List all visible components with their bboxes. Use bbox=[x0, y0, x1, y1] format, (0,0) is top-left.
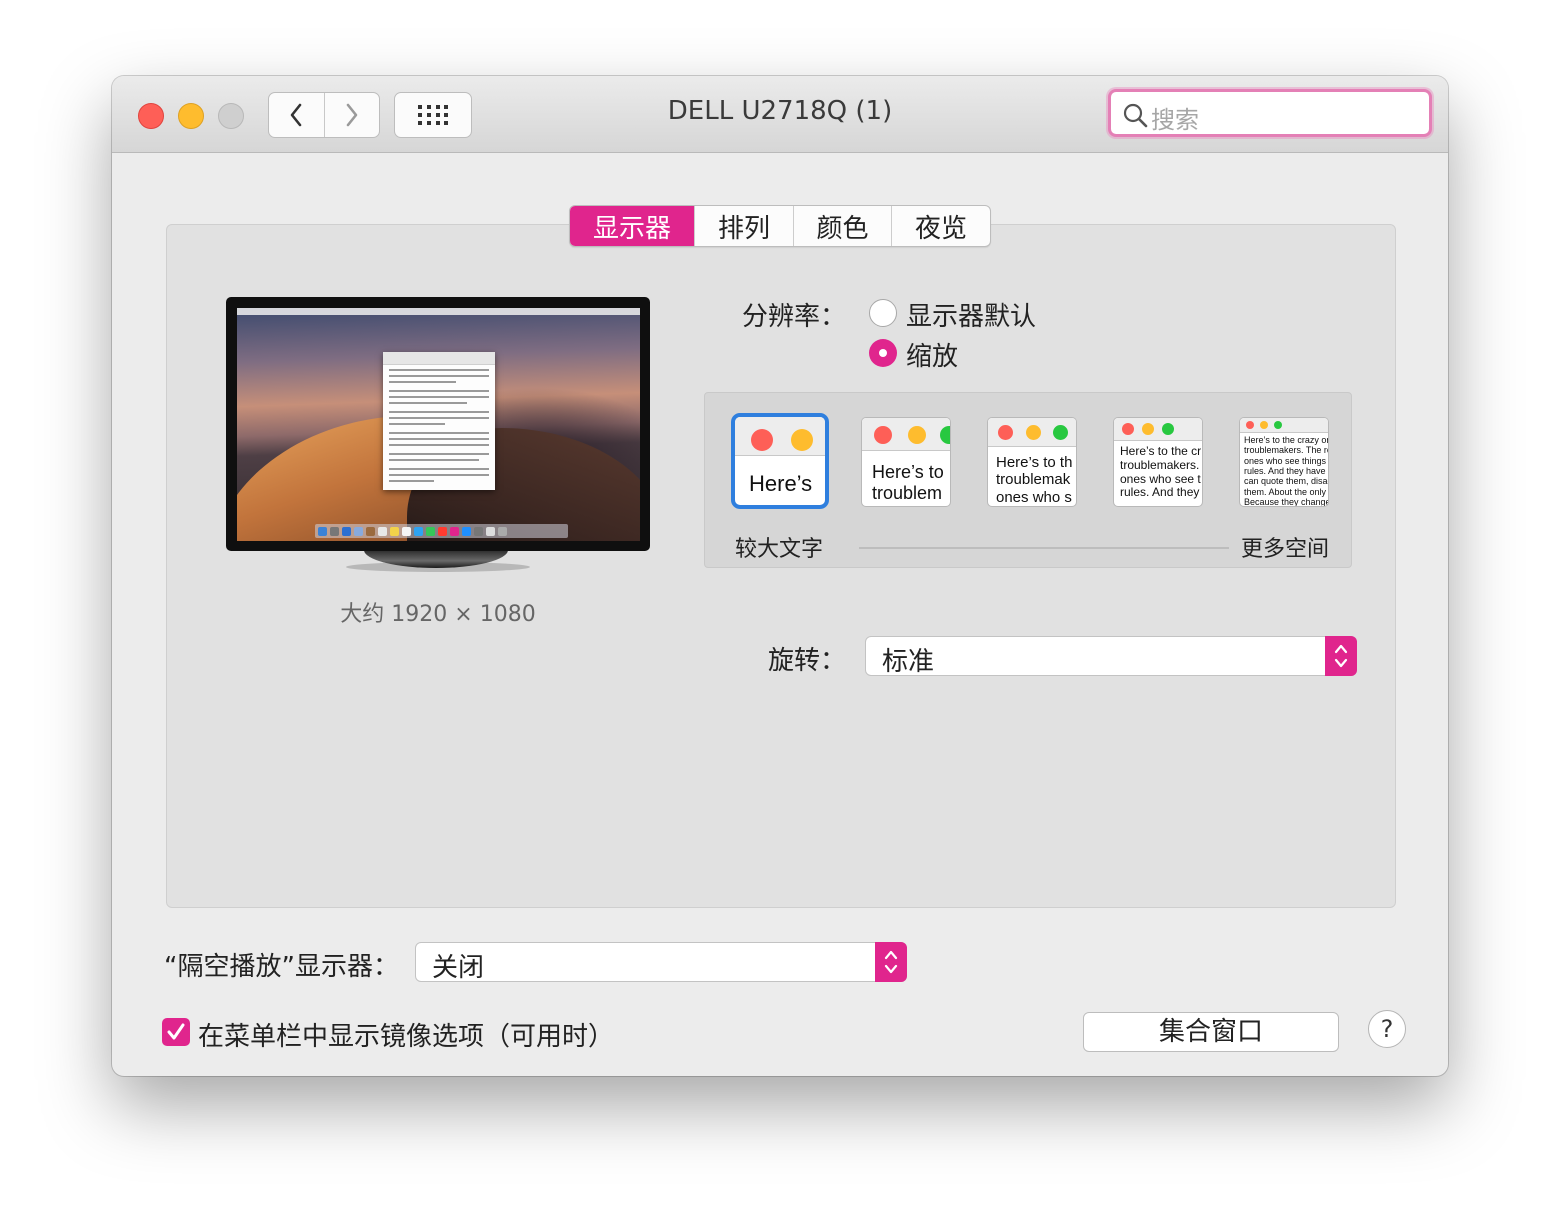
more-space-label: 更多空间 bbox=[1240, 537, 1329, 562]
airplay-popup[interactable]: 关闭 bbox=[415, 942, 907, 983]
scale-option-2[interactable]: Here’s to troublem bbox=[861, 417, 951, 507]
tab-arrangement[interactable]: 排列 bbox=[694, 206, 793, 246]
mini-document-window bbox=[383, 352, 495, 490]
tab-color[interactable]: 颜色 bbox=[793, 206, 891, 246]
tab-display[interactable]: 显示器 bbox=[570, 206, 694, 246]
scale-option-1-text: Here’s bbox=[749, 471, 813, 496]
help-button[interactable]: ? bbox=[1368, 1010, 1406, 1048]
monitor-screen-preview bbox=[237, 308, 640, 541]
mirror-options-checkbox[interactable] bbox=[162, 1018, 190, 1046]
popup-stepper-icon bbox=[875, 942, 907, 982]
checkmark-icon bbox=[167, 1023, 185, 1040]
scale-track bbox=[859, 547, 1229, 549]
mini-menu-bar bbox=[237, 308, 640, 315]
scale-option-5[interactable]: Here’s to the crazy one troublemakers. T… bbox=[1239, 417, 1329, 507]
tab-night-shift[interactable]: 夜览 bbox=[891, 206, 990, 246]
resolution-caption: 大约 1920 × 1080 bbox=[340, 602, 536, 627]
scale-option-2-text: Here’s to troublem bbox=[872, 462, 944, 503]
search-icon bbox=[1123, 103, 1148, 128]
airplay-label: “隔空播放”显示器： bbox=[164, 952, 399, 982]
rotation-value: 标准 bbox=[882, 647, 935, 677]
radio-default-for-display[interactable] bbox=[869, 299, 897, 327]
scale-option-1[interactable]: Here’s bbox=[731, 413, 829, 509]
rotation-popup[interactable]: 标准 bbox=[865, 636, 1357, 677]
scale-option-4-text: Here’s to the cr troublemakers. ones who… bbox=[1120, 444, 1202, 500]
radio-default-label[interactable]: 显示器默认 bbox=[906, 296, 1036, 333]
scale-option-3-text: Here’s to th troublemak ones who s bbox=[996, 454, 1073, 506]
scale-option-3[interactable]: Here’s to th troublemak ones who s bbox=[987, 417, 1077, 507]
rotation-label: 旋转： bbox=[768, 646, 847, 676]
popup-stepper-icon bbox=[1325, 636, 1357, 676]
search-field[interactable]: 搜索 bbox=[1108, 89, 1432, 137]
larger-text-label: 较大文字 bbox=[735, 537, 824, 562]
tab-bar: 显示器 排列 颜色 夜览 bbox=[569, 205, 991, 247]
gather-windows-button[interactable]: 集合窗口 bbox=[1083, 1012, 1339, 1052]
scaling-options-panel: Here’s Here’s to troublem Here’s to th t… bbox=[704, 392, 1352, 568]
mirror-options-label[interactable]: 在菜单栏中显示镜像选项（可用时） bbox=[198, 1016, 614, 1053]
airplay-value: 关闭 bbox=[432, 953, 485, 983]
resolution-label: 分辨率： bbox=[742, 302, 847, 332]
radio-scaled[interactable] bbox=[869, 339, 897, 367]
scale-option-5-text: Here’s to the crazy one troublemakers. T… bbox=[1244, 435, 1329, 507]
search-placeholder: 搜索 bbox=[1151, 106, 1199, 134]
title-bar: DELL U2718Q (1) 搜索 bbox=[112, 76, 1448, 153]
mini-dock bbox=[315, 524, 568, 538]
monitor-image bbox=[226, 297, 650, 551]
scale-option-4[interactable]: Here’s to the cr troublemakers. ones who… bbox=[1113, 417, 1203, 507]
system-preferences-window: DELL U2718Q (1) 搜索 显示器 排列 颜色 夜览 大约 1920 … bbox=[112, 76, 1448, 1076]
radio-scaled-label[interactable]: 缩放 bbox=[906, 336, 958, 373]
